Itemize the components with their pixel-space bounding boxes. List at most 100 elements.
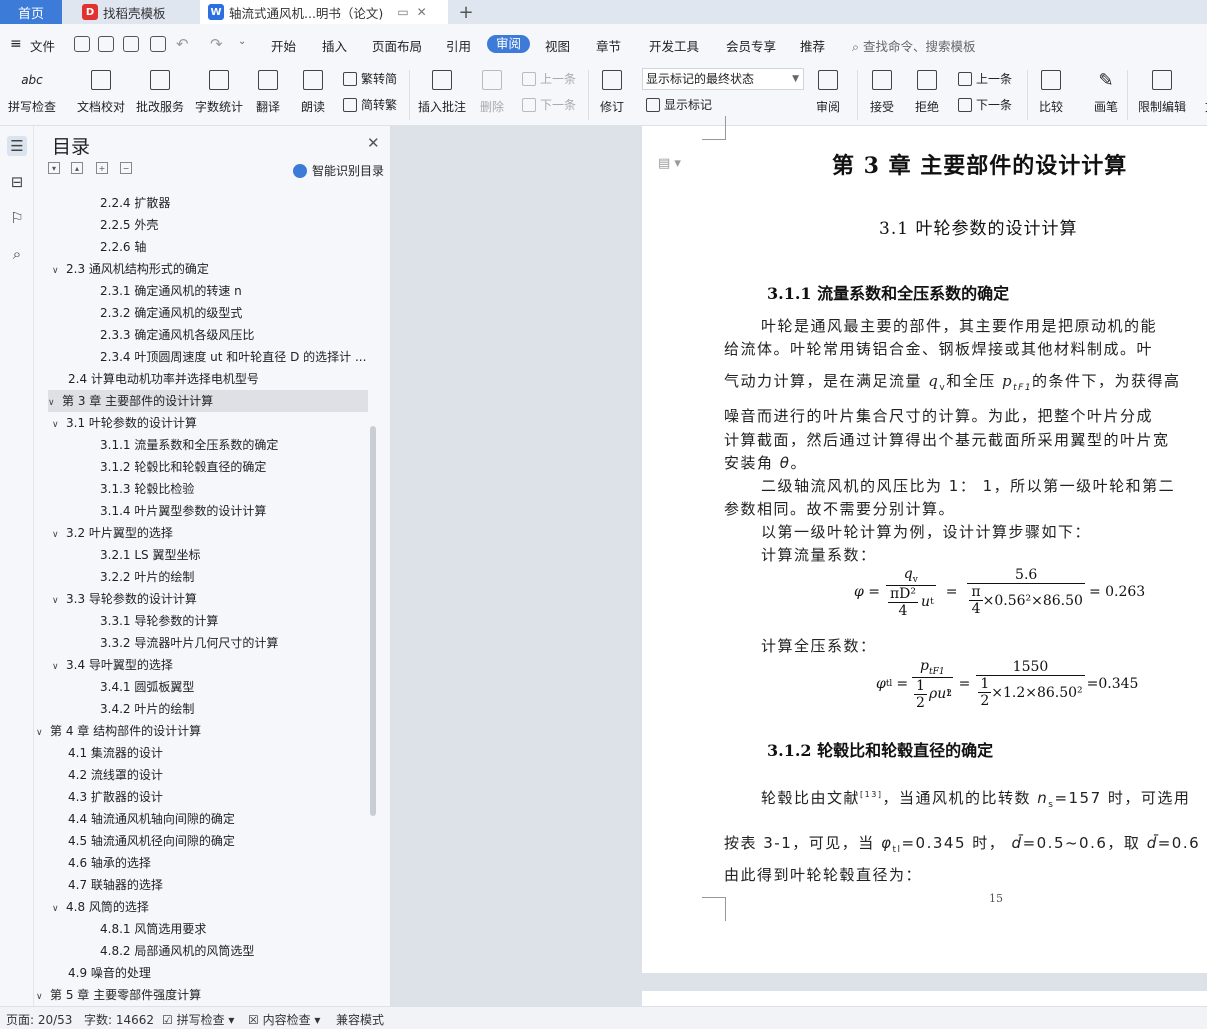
toc-item[interactable]: 4.8.1 风筒选用要求 [100, 918, 370, 940]
document-page[interactable]: ▤ ▾ 第 3 章 主要部件的设计计算 3.1 叶轮参数的设计计算 3.1.1 … [642, 116, 1207, 973]
reject-button[interactable]: 拒绝 [913, 66, 941, 115]
citation[interactable]: [13] [860, 790, 882, 799]
chevron-down-icon[interactable]: ∨ [52, 260, 66, 280]
menu-chapter[interactable]: 章节 [596, 36, 621, 55]
chevron-down-icon[interactable]: ∨ [52, 898, 66, 918]
close-icon[interactable]: ✕ [367, 134, 380, 152]
menu-view[interactable]: 视图 [545, 36, 570, 55]
toc-item[interactable]: ∨ 第 4 章 结构部件的设计计算 [36, 720, 370, 742]
collapse-all-icon[interactable]: ▾ [48, 162, 60, 174]
toc-item[interactable]: ∨ 3.2 叶片翼型的选择 [52, 522, 370, 544]
chevron-down-icon[interactable]: ∨ [52, 524, 66, 544]
delete-comment-button[interactable]: 删除 [478, 66, 506, 115]
toc-item[interactable]: 3.2.2 叶片的绘制 [100, 566, 370, 588]
menu-page-layout[interactable]: 页面布局 [372, 36, 422, 55]
redo-icon[interactable]: ↷ [210, 35, 223, 53]
toc-item[interactable]: 4.7 联轴器的选择 [68, 874, 370, 896]
hamburger-icon[interactable]: ≡ [10, 36, 22, 52]
menu-recommend[interactable]: 推荐 [800, 36, 825, 55]
smart-toc-button[interactable]: 智能识别目录 [293, 162, 384, 179]
menu-references[interactable]: 引用 [446, 36, 471, 55]
track-changes-button[interactable]: 修订 [598, 66, 626, 115]
compare-button[interactable]: 比较 [1037, 66, 1065, 115]
review-pane-button[interactable]: 审阅 [814, 66, 842, 115]
tab-document[interactable]: W 轴流式通风机...明书（论文) ▭ ✕ [200, 0, 448, 24]
toc-scrollbar[interactable] [370, 426, 376, 816]
spell-check-button[interactable]: abc 拼写检查 [8, 66, 56, 115]
toc-item[interactable]: 4.2 流线罩的设计 [68, 764, 370, 786]
expand-one-icon[interactable]: ▴ [71, 162, 83, 174]
trad-to-simp-button[interactable]: 繁转简 [343, 70, 397, 87]
chapter-nav-icon[interactable]: ⊟ [7, 172, 27, 192]
document-menu-icon[interactable]: ▤ ▾ [658, 156, 681, 171]
read-aloud-button[interactable]: 朗读 [299, 66, 327, 115]
menu-start[interactable]: 开始 [271, 36, 296, 55]
next-comment-button[interactable]: 下一条 [522, 96, 576, 113]
toc-item[interactable]: ∨ 第 5 章 主要零部件强度计算 [36, 984, 370, 1006]
tab-docer-templates[interactable]: D 找稻壳模板 [70, 0, 192, 24]
search-icon[interactable]: ⌕ [7, 244, 27, 264]
export-pdf-icon[interactable] [98, 36, 114, 52]
toc-item[interactable]: 2.3.2 确定通风机的级型式 [100, 302, 370, 324]
markup-state-select[interactable]: 显示标记的最终状态 ▼ [642, 68, 804, 90]
chevron-down-icon[interactable]: ∨ [52, 590, 66, 610]
prev-change-button[interactable]: 上一条 [958, 70, 1012, 87]
doc-proofread-button[interactable]: 文档校对 [77, 66, 125, 115]
toc-item[interactable]: ∨ 3.3 导轮参数的设计计算 [52, 588, 370, 610]
chevron-down-icon[interactable]: ∨ [48, 392, 62, 412]
float-window-icon[interactable]: ▭ [397, 5, 408, 19]
menu-insert[interactable]: 插入 [322, 36, 347, 55]
simp-to-trad-button[interactable]: 简转繁 [343, 96, 397, 113]
menu-developer[interactable]: 开发工具 [649, 36, 699, 55]
chevron-down-icon[interactable]: ∨ [52, 414, 66, 434]
print-icon[interactable] [123, 36, 139, 52]
new-tab-button[interactable]: + [455, 0, 477, 24]
chevron-down-icon[interactable]: ∨ [36, 722, 50, 742]
tab-home[interactable]: 首页 [0, 0, 62, 24]
correction-service-button[interactable]: 批改服务 [136, 66, 184, 115]
content-check-status[interactable]: ☒ 内容检查 ▾ [248, 1011, 320, 1028]
toc-item[interactable]: 3.1.1 流量系数和全压系数的确定 [100, 434, 370, 456]
toc-pane-icon[interactable]: ☰ [7, 136, 27, 156]
menu-member[interactable]: 会员专享 [726, 36, 776, 55]
toc-item[interactable]: 3.2.1 LS 翼型坐标 [100, 544, 370, 566]
translate-button[interactable]: 翻译 [254, 66, 282, 115]
toc-item[interactable]: 4.5 轴流通风机径向间隙的确定 [68, 830, 370, 852]
show-markup-button[interactable]: 显示标记 [646, 96, 712, 113]
save-icon[interactable] [74, 36, 90, 52]
toc-item[interactable]: 3.1.3 轮毂比检验 [100, 478, 370, 500]
toc-item[interactable]: 3.1.4 叶片翼型参数的设计计算 [100, 500, 370, 522]
chevron-down-icon[interactable]: ∨ [52, 656, 66, 676]
print-preview-icon[interactable] [150, 36, 166, 52]
toc-item[interactable]: 3.4.1 圆弧板翼型 [100, 676, 370, 698]
undo-icon[interactable]: ↶ [176, 35, 189, 53]
toc-item[interactable]: 2.3.1 确定通风机的转速 n [100, 280, 370, 302]
toc-item[interactable]: 4.4 轴流通风机轴向间隙的确定 [68, 808, 370, 830]
remove-level-icon[interactable]: − [120, 162, 132, 174]
insert-comment-button[interactable]: 插入批注 [418, 66, 466, 115]
pen-button[interactable]: ✎ 画笔 [1092, 66, 1120, 115]
toc-item[interactable]: ∨ 3.4 导叶翼型的选择 [52, 654, 370, 676]
word-count-button[interactable]: 字数统计 [195, 66, 243, 115]
toc-item[interactable]: ∨ 3.1 叶轮参数的设计计算 [52, 412, 370, 434]
toc-item[interactable]: 4.9 噪音的处理 [68, 962, 370, 984]
toc-item[interactable]: 2.4 计算电动机功率并选择电机型号 [68, 368, 370, 390]
menu-review[interactable]: 审阅 [487, 35, 531, 53]
spell-check-status[interactable]: ☑ 拼写检查 ▾ [162, 1011, 234, 1028]
toc-item[interactable]: 2.3.4 叶顶圆周速度 ut 和叶轮直径 D 的选择计 ... [100, 346, 370, 368]
toc-item[interactable]: 3.3.1 导轮参数的计算 [100, 610, 370, 632]
add-level-icon[interactable]: + [96, 162, 108, 174]
toc-item[interactable]: 2.3.3 确定通风机各级风压比 [100, 324, 370, 346]
next-change-button[interactable]: 下一条 [958, 96, 1012, 113]
toc-item[interactable]: ∨ 4.8 风筒的选择 [52, 896, 370, 918]
more-ribbon-button[interactable]: 文 [1197, 66, 1207, 115]
toc-item[interactable]: 4.6 轴承的选择 [68, 852, 370, 874]
bookmark-icon[interactable]: ⚐ [7, 208, 27, 228]
toc-item[interactable]: ∨ 第 3 章 主要部件的设计计算 [48, 390, 368, 412]
page-indicator[interactable]: 页面: 20/53 [6, 1011, 72, 1028]
accept-button[interactable]: 接受 [868, 66, 896, 115]
toc-item[interactable]: 4.8.2 局部通风机的风筒选型 [100, 940, 370, 962]
toc-item[interactable]: 2.2.4 扩散器 [100, 192, 370, 214]
chevron-down-icon[interactable]: ∨ [36, 986, 50, 1006]
toc-item[interactable]: 3.3.2 导流器叶片几何尺寸的计算 [100, 632, 370, 654]
